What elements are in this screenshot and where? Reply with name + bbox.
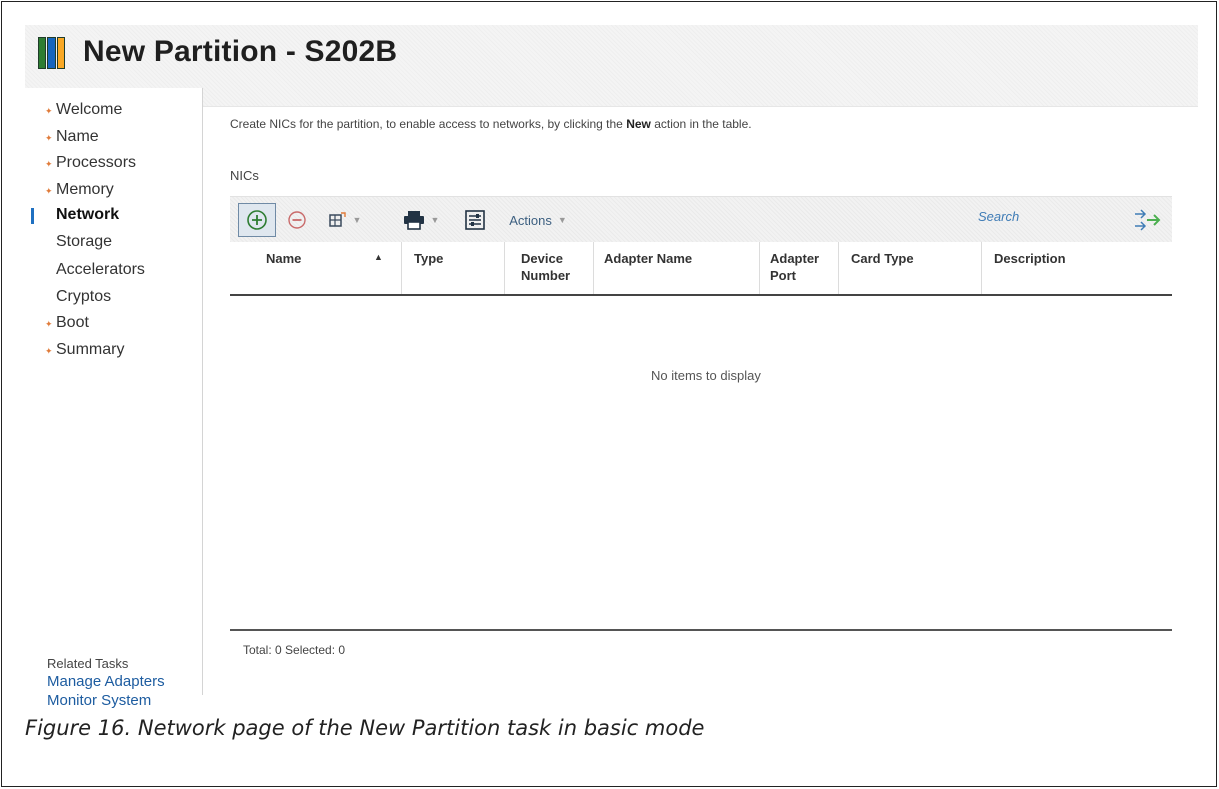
partition-app-icon bbox=[38, 37, 65, 69]
column-header-device-number[interactable]: Device Number bbox=[504, 242, 593, 294]
table-footer-divider bbox=[230, 629, 1172, 631]
incomplete-bullet-icon: ✦ bbox=[45, 346, 53, 356]
apply-filter-button[interactable] bbox=[1132, 207, 1162, 238]
task-window: New Partition - S202B ✦ Welcome ✦ Name ✦… bbox=[25, 25, 1198, 709]
monitor-system-link[interactable]: Monitor System bbox=[47, 692, 151, 709]
column-header-description[interactable]: Description bbox=[981, 242, 1172, 294]
export-menu-button[interactable]: ▼ bbox=[322, 203, 368, 237]
add-icon bbox=[247, 210, 267, 230]
new-nic-button[interactable] bbox=[238, 203, 276, 237]
chevron-down-icon: ▼ bbox=[352, 215, 362, 225]
incomplete-bullet-icon: ✦ bbox=[45, 133, 53, 143]
wizard-nav: ✦ Welcome ✦ Name ✦ Processors ✦ Memory N… bbox=[25, 88, 203, 709]
export-icon bbox=[328, 212, 346, 227]
column-header-name[interactable]: Name ▲ bbox=[230, 242, 401, 294]
column-header-adapter-name[interactable]: Adapter Name bbox=[593, 242, 759, 294]
column-header-type[interactable]: Type bbox=[401, 242, 504, 294]
filter-arrows-icon bbox=[1135, 209, 1161, 231]
incomplete-bullet-icon: ✦ bbox=[45, 319, 53, 329]
nics-section-label: NICs bbox=[230, 168, 259, 183]
delete-nic-button[interactable] bbox=[282, 203, 312, 237]
print-icon bbox=[403, 211, 424, 230]
incomplete-bullet-icon: ✦ bbox=[45, 159, 53, 169]
active-step-indicator bbox=[31, 208, 34, 224]
chevron-down-icon: ▼ bbox=[430, 215, 440, 225]
incomplete-bullet-icon: ✦ bbox=[45, 106, 53, 116]
table-settings-icon bbox=[465, 210, 485, 230]
intro-text: Create NICs for the partition, to enable… bbox=[230, 117, 752, 131]
related-tasks-heading: Related Tasks bbox=[47, 656, 129, 671]
remove-icon bbox=[288, 211, 306, 229]
actions-menu-button[interactable]: Actions ▼ bbox=[502, 203, 574, 237]
window-title: New Partition - S202B bbox=[83, 35, 398, 68]
search-input[interactable] bbox=[978, 209, 1118, 224]
chevron-down-icon: ▼ bbox=[557, 215, 567, 225]
column-header-adapter-port[interactable]: Adapter Port bbox=[759, 242, 838, 294]
figure-caption: Figure 16. Network page of the New Parti… bbox=[25, 716, 705, 740]
table-toolbar: ▼ ▼ Actions ▼ bbox=[230, 196, 1172, 242]
sort-ascending-icon: ▲ bbox=[374, 252, 383, 262]
incomplete-bullet-icon: ✦ bbox=[45, 186, 53, 196]
main-content: Create NICs for the partition, to enable… bbox=[205, 88, 1198, 695]
table-footer-status: Total: 0 Selected: 0 bbox=[243, 643, 346, 657]
print-menu-button[interactable]: ▼ bbox=[398, 203, 444, 237]
empty-table-message: No items to display bbox=[651, 368, 761, 383]
table-header: Name ▲ Type Device Number Adapter Name A… bbox=[230, 242, 1172, 296]
column-header-card-type[interactable]: Card Type bbox=[838, 242, 981, 294]
manage-adapters-link[interactable]: Manage Adapters bbox=[47, 673, 165, 690]
configure-columns-button[interactable] bbox=[462, 203, 488, 237]
